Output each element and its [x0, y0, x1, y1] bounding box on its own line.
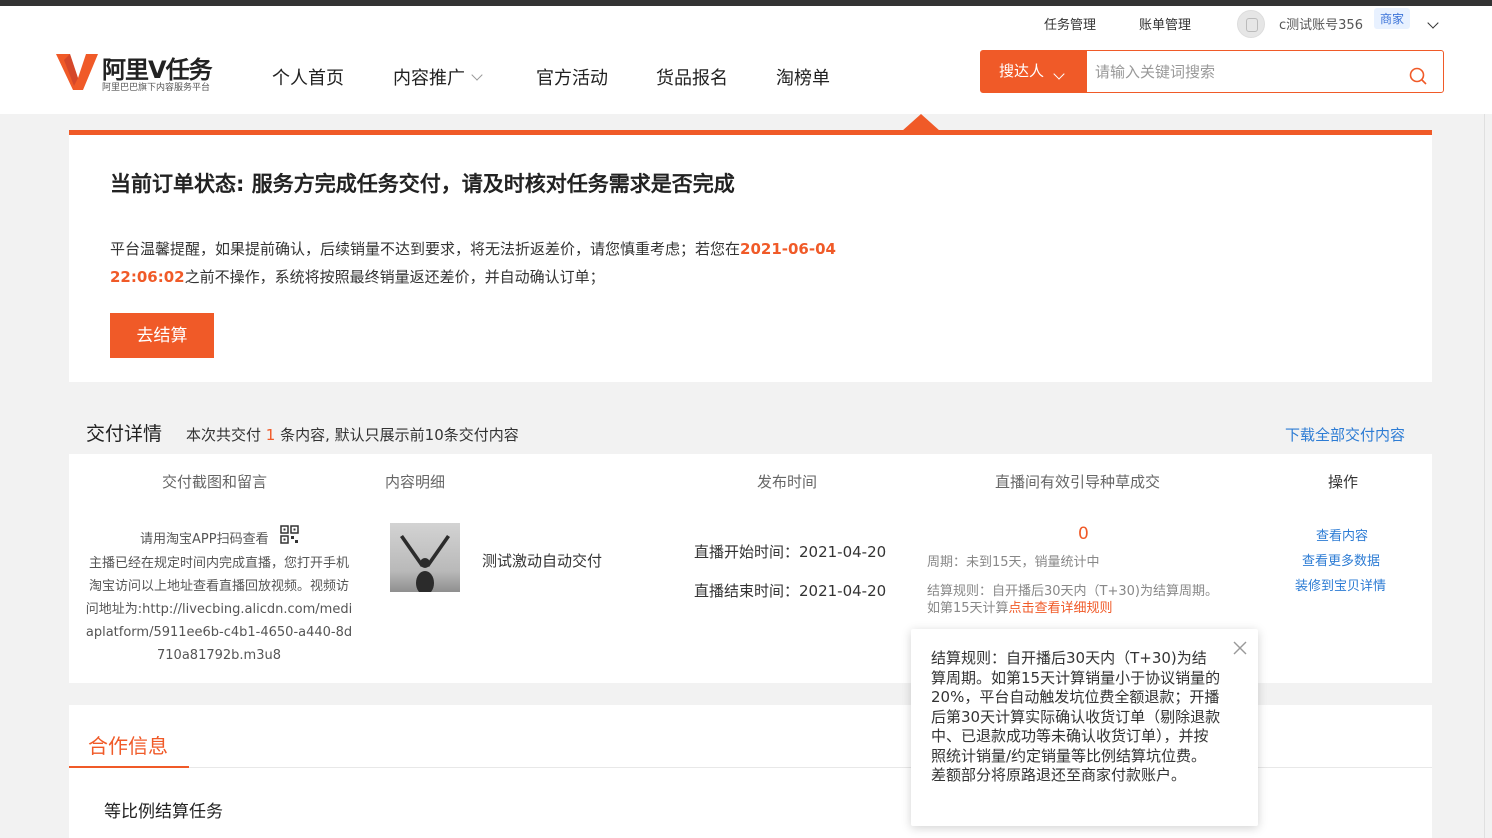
effective-sales-value: 0: [1078, 524, 1089, 544]
order-status-title: 当前订单状态: 服务方完成任务交付，请及时核对任务需求是否完成: [110, 172, 735, 196]
close-icon[interactable]: [1232, 640, 1248, 656]
nav-goods-signup[interactable]: 货品报名: [656, 64, 728, 90]
column-header-actions: 操作: [1328, 473, 1359, 491]
view-content-link[interactable]: 查看内容: [1316, 525, 1368, 544]
column-header-content: 内容明细: [385, 473, 446, 491]
account-name[interactable]: c测试账号356: [1279, 14, 1363, 33]
scrollbar-track[interactable]: [1484, 114, 1485, 838]
nav-home[interactable]: 个人首页: [272, 64, 344, 90]
search-type-label: 搜达人: [999, 62, 1045, 80]
settle-button[interactable]: 去结算: [110, 313, 214, 358]
avatar[interactable]: [1237, 10, 1265, 38]
cooperation-task-type: 等比例结算任务: [104, 802, 223, 822]
nav-ranking[interactable]: 淘榜单: [776, 64, 830, 90]
delivery-subtitle-suffix: 条内容, 默认只展示前10条交付内容: [280, 426, 519, 444]
live-start-time: 直播开始时间：2021-04-20: [694, 543, 887, 561]
column-header-screenshot: 交付截图和留言: [162, 473, 268, 491]
search-type-dropdown[interactable]: 搜达人: [981, 51, 1087, 92]
notice-prefix: 平台温馨提醒，如果提前确认，后续销量不达到要求，将无法折返差价，请您慎重考虑；若…: [110, 240, 741, 258]
search-bar: 搜达人: [980, 50, 1444, 93]
search-icon[interactable]: [1409, 67, 1427, 85]
content-thumbnail[interactable]: [390, 523, 460, 592]
delivery-count: 1: [265, 426, 276, 444]
period-status: 周期：未到15天，销量统计中: [927, 555, 1100, 570]
qr-code-icon[interactable]: [280, 525, 299, 544]
column-header-effective-sales: 直播间有效引导种草成交: [995, 473, 1161, 491]
content-title[interactable]: 测试激动自动交付: [482, 550, 602, 571]
download-all-link[interactable]: 下载全部交付内容: [1285, 424, 1405, 445]
tab-cooperation-info[interactable]: 合作信息: [88, 730, 168, 759]
tab-active-underline: [69, 766, 189, 768]
nav-promotion[interactable]: 内容推广: [393, 64, 465, 90]
notice-suffix: 之前不操作，系统将按照最终销量返还差价，并自动确认订单；: [184, 268, 605, 286]
rule-popover-text: 结算规则：自开播后30天内（T+30)为结算周期。如第15天计算销量小于协议销量…: [931, 649, 1221, 784]
rule-popover: 结算规则：自开播后30天内（T+30)为结算周期。如第15天计算销量小于协议销量…: [911, 629, 1258, 826]
rule-summary-line2: 如第15天计算点击查看详细规则: [927, 597, 1113, 616]
rule-summary-prefix: 如第15天计算: [927, 601, 1009, 616]
status-caret: [902, 114, 940, 131]
delivery-section-title: 交付详情: [86, 423, 163, 445]
logo-subtitle: 阿里巴巴旗下内容服务平台: [102, 83, 211, 93]
search-input[interactable]: [1089, 51, 1389, 92]
live-end-time: 直播结束时间：2021-04-20: [694, 582, 887, 600]
bill-management-link[interactable]: 账单管理: [1139, 14, 1191, 33]
view-rule-detail-link[interactable]: 点击查看详细规则: [1009, 601, 1113, 616]
delivery-subtitle-prefix: 本次共交付: [186, 426, 262, 444]
column-header-publish-time: 发布时间: [757, 473, 818, 491]
logo-v-icon: [56, 54, 98, 90]
order-notice: 平台温馨提醒，如果提前确认，后续销量不达到要求，将无法折返差价，请您慎重考虑；若…: [110, 235, 850, 291]
delivery-section-subtitle: 本次共交付 1 条内容, 默认只展示前10条交付内容: [186, 424, 519, 445]
decorate-to-item-link[interactable]: 装修到宝贝详情: [1295, 575, 1386, 594]
account-badge: 商家: [1374, 8, 1411, 29]
view-more-data-link[interactable]: 查看更多数据: [1302, 550, 1380, 569]
nav-activities[interactable]: 官方活动: [536, 64, 608, 90]
qr-hint: 请用淘宝APP扫码查看: [140, 532, 269, 547]
task-management-link[interactable]: 任务管理: [1044, 14, 1096, 33]
delivery-note: 主播已经在规定时间内完成直播，您打开手机淘宝访问以上地址查看直播回放视频。视频访…: [85, 556, 353, 663]
person-thumbnail-image: [400, 535, 450, 592]
